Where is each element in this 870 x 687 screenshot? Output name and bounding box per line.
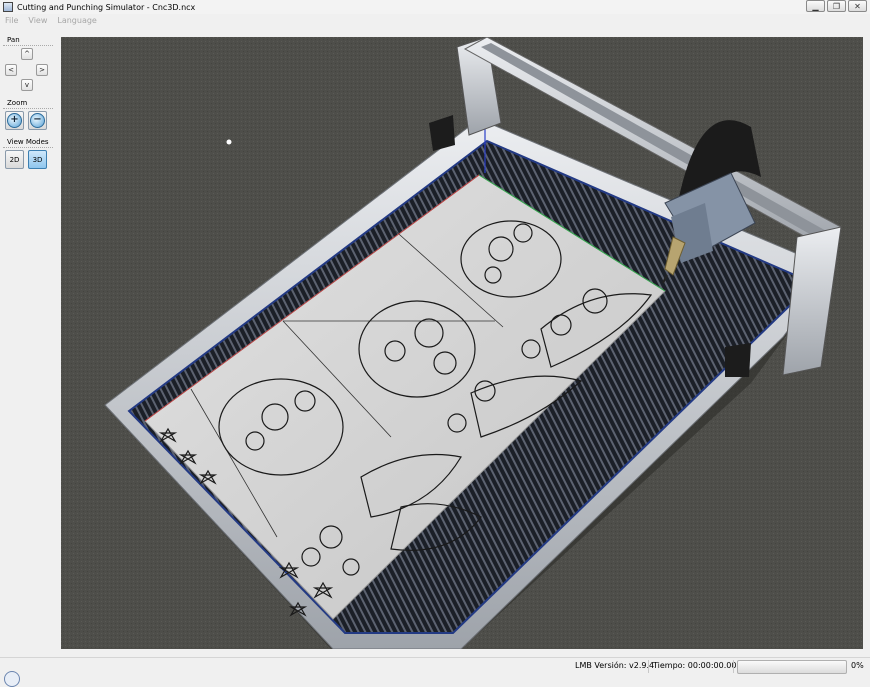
menu-bar: File View Language [0,14,870,27]
mode-3d-label: 3D [32,155,43,164]
status-divider [648,660,649,673]
status-bar: LMB Versión: v2.9.4 Tiempo: 00:00:00.000… [0,657,870,687]
status-icon [4,671,20,687]
minimize-button[interactable]: ▁ [806,0,825,12]
close-button[interactable]: ✕ [848,0,867,12]
mode-2d-button[interactable]: 2D [5,150,24,169]
pan-right-button[interactable]: > [36,64,48,76]
pan-left-button[interactable]: < [5,64,17,76]
progress-bar [737,660,847,674]
zoom-label: Zoom [7,99,28,107]
version-label: LMB Versión: v2.9.4 [575,661,655,670]
zoom-out-icon: − [30,113,45,128]
scene-render [61,37,863,649]
pan-separator [3,45,53,46]
window-controls: ▁ ❐ ✕ [806,0,867,12]
mode-3d-button[interactable]: 3D [28,150,47,169]
pan-label: Pan [7,36,20,44]
menu-view[interactable]: View [23,16,52,25]
app-icon [3,2,13,12]
time-label: Tiempo: 00:00:00.000 [653,661,742,670]
pan-up-button[interactable]: ^ [21,48,33,60]
menu-language[interactable]: Language [52,16,101,25]
3d-viewport[interactable] [61,37,863,649]
control-panel: Pan ^ < > v Zoom + − View Modes 2D 3D [0,30,56,648]
restore-button[interactable]: ❐ [827,0,846,12]
status-divider [733,660,734,673]
zoom-separator [3,108,53,109]
view-modes-separator [3,147,53,148]
mode-2d-label: 2D [9,155,20,164]
progress-percent: 0% [851,661,864,670]
zoom-in-icon: + [7,113,22,128]
window-title: Cutting and Punching Simulator - Cnc3D.n… [17,2,196,12]
view-modes-label: View Modes [7,138,49,146]
title-bar: Cutting and Punching Simulator - Cnc3D.n… [0,0,870,14]
menu-file[interactable]: File [0,16,23,25]
view-pivot-marker [226,139,232,145]
zoom-out-button[interactable]: − [28,111,47,130]
gantry-right-motor [725,343,751,377]
pan-down-button[interactable]: v [21,79,33,91]
zoom-in-button[interactable]: + [5,111,24,130]
